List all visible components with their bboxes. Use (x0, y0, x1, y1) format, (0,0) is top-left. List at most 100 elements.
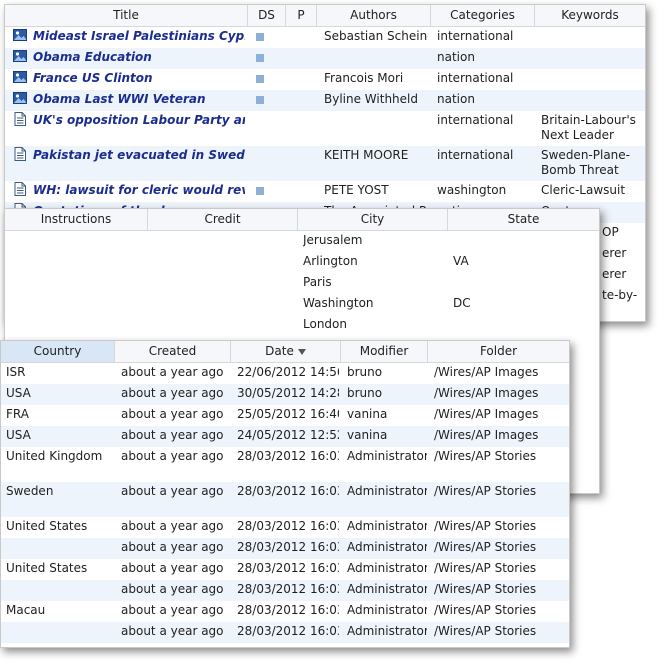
city-cell: Paris (303, 275, 332, 289)
created-cell: about a year ago (121, 582, 224, 596)
table-row[interactable]: Paris (5, 273, 599, 294)
date-cell: 28/03/2012 16:03 (237, 540, 339, 554)
country-cell: USA (6, 428, 31, 442)
keywords-cell-peek: OP (602, 225, 619, 239)
country-cell: ISR (6, 365, 26, 379)
folder-cell: /Wires/AP Stories (434, 603, 537, 617)
article-title[interactable]: WH: lawsuit for cleric would reveal s (33, 183, 245, 198)
column-header-keywords[interactable]: Keywords (535, 5, 645, 26)
table-row[interactable]: Obama Education nation (5, 48, 645, 69)
created-cell: about a year ago (121, 540, 224, 554)
article-title[interactable]: France US Clinton (33, 71, 245, 86)
table-row[interactable]: about a year ago 28/03/2012 16:03 Administ… (1, 580, 569, 601)
table-row[interactable]: London (5, 315, 599, 336)
column-header-authors[interactable]: Authors (317, 5, 431, 26)
country-cell: Sweden (6, 484, 54, 498)
author-cell: Byline Withheld (324, 92, 418, 106)
article-grid-header: Title DS P Authors Categories Keywords (5, 5, 645, 27)
table-row[interactable]: USA about a year ago 30/05/2012 14:28 bruno… (1, 384, 569, 405)
created-cell: about a year ago (121, 386, 224, 400)
modifier-cell: Administrator (347, 561, 427, 575)
column-header-p[interactable]: P (286, 5, 317, 26)
table-row[interactable]: Jerusalem (5, 231, 599, 252)
modifier-cell: Administrator (347, 624, 427, 638)
sort-descending-icon (297, 348, 306, 355)
table-row[interactable]: United States about a year ago 28/03/2012 … (1, 559, 569, 580)
modifier-cell: Administrator (347, 484, 427, 498)
column-header-title[interactable]: Title (5, 5, 248, 26)
table-row[interactable]: USA about a year ago 24/05/2012 12:52 vanin… (1, 426, 569, 447)
column-header-categories[interactable]: Categories (431, 5, 535, 26)
article-title[interactable]: Obama Last WWI Veteran (33, 92, 245, 107)
table-row[interactable]: UK's opposition Labour Party announ inter… (5, 111, 645, 146)
table-row[interactable]: Washington DC (5, 294, 599, 315)
created-cell: about a year ago (121, 484, 224, 498)
table-row[interactable]: about a year ago 28/03/2012 16:03 Administ… (1, 538, 569, 559)
column-header-credit[interactable]: Credit (148, 209, 298, 230)
article-title[interactable]: Mideast Israel Palestinians Cyprus (33, 29, 245, 44)
article-title[interactable]: Obama Education (33, 50, 245, 65)
modifier-cell: Administrator (347, 540, 427, 554)
city-cell: Jerusalem (303, 233, 363, 247)
author-cell: Sebastian Scheiner (324, 29, 428, 43)
city-cell: London (303, 317, 347, 331)
table-row[interactable]: Pakistan jet evacuated in Sweden afte KEI… (5, 146, 645, 181)
modifier-cell: bruno (347, 386, 383, 400)
column-header-state[interactable]: State (448, 209, 599, 230)
article-title[interactable]: Pakistan jet evacuated in Sweden afte (33, 148, 245, 163)
date-cell: 28/03/2012 16:03 (237, 519, 339, 533)
city-cell: Washington (303, 296, 374, 310)
folder-cell: /Wires/AP Images (434, 428, 539, 442)
category-cell: washington (437, 183, 507, 197)
column-header-date-label: Date (265, 344, 294, 358)
folder-cell: /Wires/AP Images (434, 407, 539, 421)
folder-cell: /Wires/AP Images (434, 365, 539, 379)
created-cell: about a year ago (121, 407, 224, 421)
keywords-cell: Britain-Labour's Next Leader (541, 113, 636, 142)
table-row[interactable]: WH: lawsuit for cleric would reveal s PET… (5, 181, 645, 202)
date-cell: 28/03/2012 16:03 (237, 624, 339, 638)
folder-cell: /Wires/AP Stories (434, 561, 537, 575)
created-cell: about a year ago (121, 365, 224, 379)
keywords-cell: Sweden-Plane-Bomb Threat (541, 148, 630, 177)
table-row[interactable]: United Kingdom about a year ago 28/03/2012… (1, 447, 569, 482)
folder-cell: /Wires/AP Stories (434, 540, 537, 554)
keywords-cell-peek: te-by- (602, 288, 638, 302)
table-row[interactable]: about a year ago 28/03/2012 16:03 Administ… (1, 622, 569, 643)
location-grid-header: Instructions Credit City State (5, 209, 599, 231)
table-row[interactable]: Mideast Israel Palestinians Cyprus Sebast… (5, 27, 645, 48)
author-cell: PETE YOST (324, 183, 389, 197)
column-header-folder[interactable]: Folder (428, 341, 569, 362)
table-row[interactable]: United States about a year ago 28/03/2012 … (1, 517, 569, 538)
photo-icon (13, 71, 27, 83)
table-row[interactable]: Sweden about a year ago 28/03/2012 16:03 Ad… (1, 482, 569, 517)
column-header-country[interactable]: Country (1, 341, 115, 362)
folder-cell: /Wires/AP Stories (434, 449, 537, 463)
country-cell: United Kingdom (6, 449, 103, 463)
country-cell: United States (6, 561, 88, 575)
table-row[interactable]: Macau about a year ago 28/03/2012 16:03 Adm… (1, 601, 569, 622)
column-header-ds[interactable]: DS (248, 5, 286, 26)
table-row[interactable]: ISR about a year ago 22/06/2012 14:56 bruno… (1, 363, 569, 384)
photo-icon (13, 92, 27, 104)
category-cell: international (437, 113, 514, 127)
article-title[interactable]: UK's opposition Labour Party announ (33, 113, 245, 128)
country-cell: USA (6, 386, 31, 400)
story-icon (13, 147, 27, 161)
column-header-city[interactable]: City (298, 209, 448, 230)
column-header-created[interactable]: Created (115, 341, 231, 362)
country-cell: Macau (6, 603, 46, 617)
keywords-cell-peek: erer (602, 246, 627, 260)
modifier-cell: Administrator (347, 582, 427, 596)
column-header-instructions[interactable]: Instructions (5, 209, 148, 230)
table-row[interactable]: Arlington VA (5, 252, 599, 273)
created-cell: about a year ago (121, 624, 224, 638)
city-cell: Arlington (303, 254, 358, 268)
column-header-modifier[interactable]: Modifier (341, 341, 428, 362)
table-row[interactable]: Obama Last WWI Veteran Byline Withheld nat… (5, 90, 645, 111)
table-row[interactable]: France US Clinton Francois Mori internatio… (5, 69, 645, 90)
modifier-cell: vanina (347, 428, 388, 442)
table-row[interactable]: FRA about a year ago 25/05/2012 16:40 vanin… (1, 405, 569, 426)
folder-cell: /Wires/AP Stories (434, 519, 537, 533)
column-header-date[interactable]: Date (231, 341, 341, 362)
